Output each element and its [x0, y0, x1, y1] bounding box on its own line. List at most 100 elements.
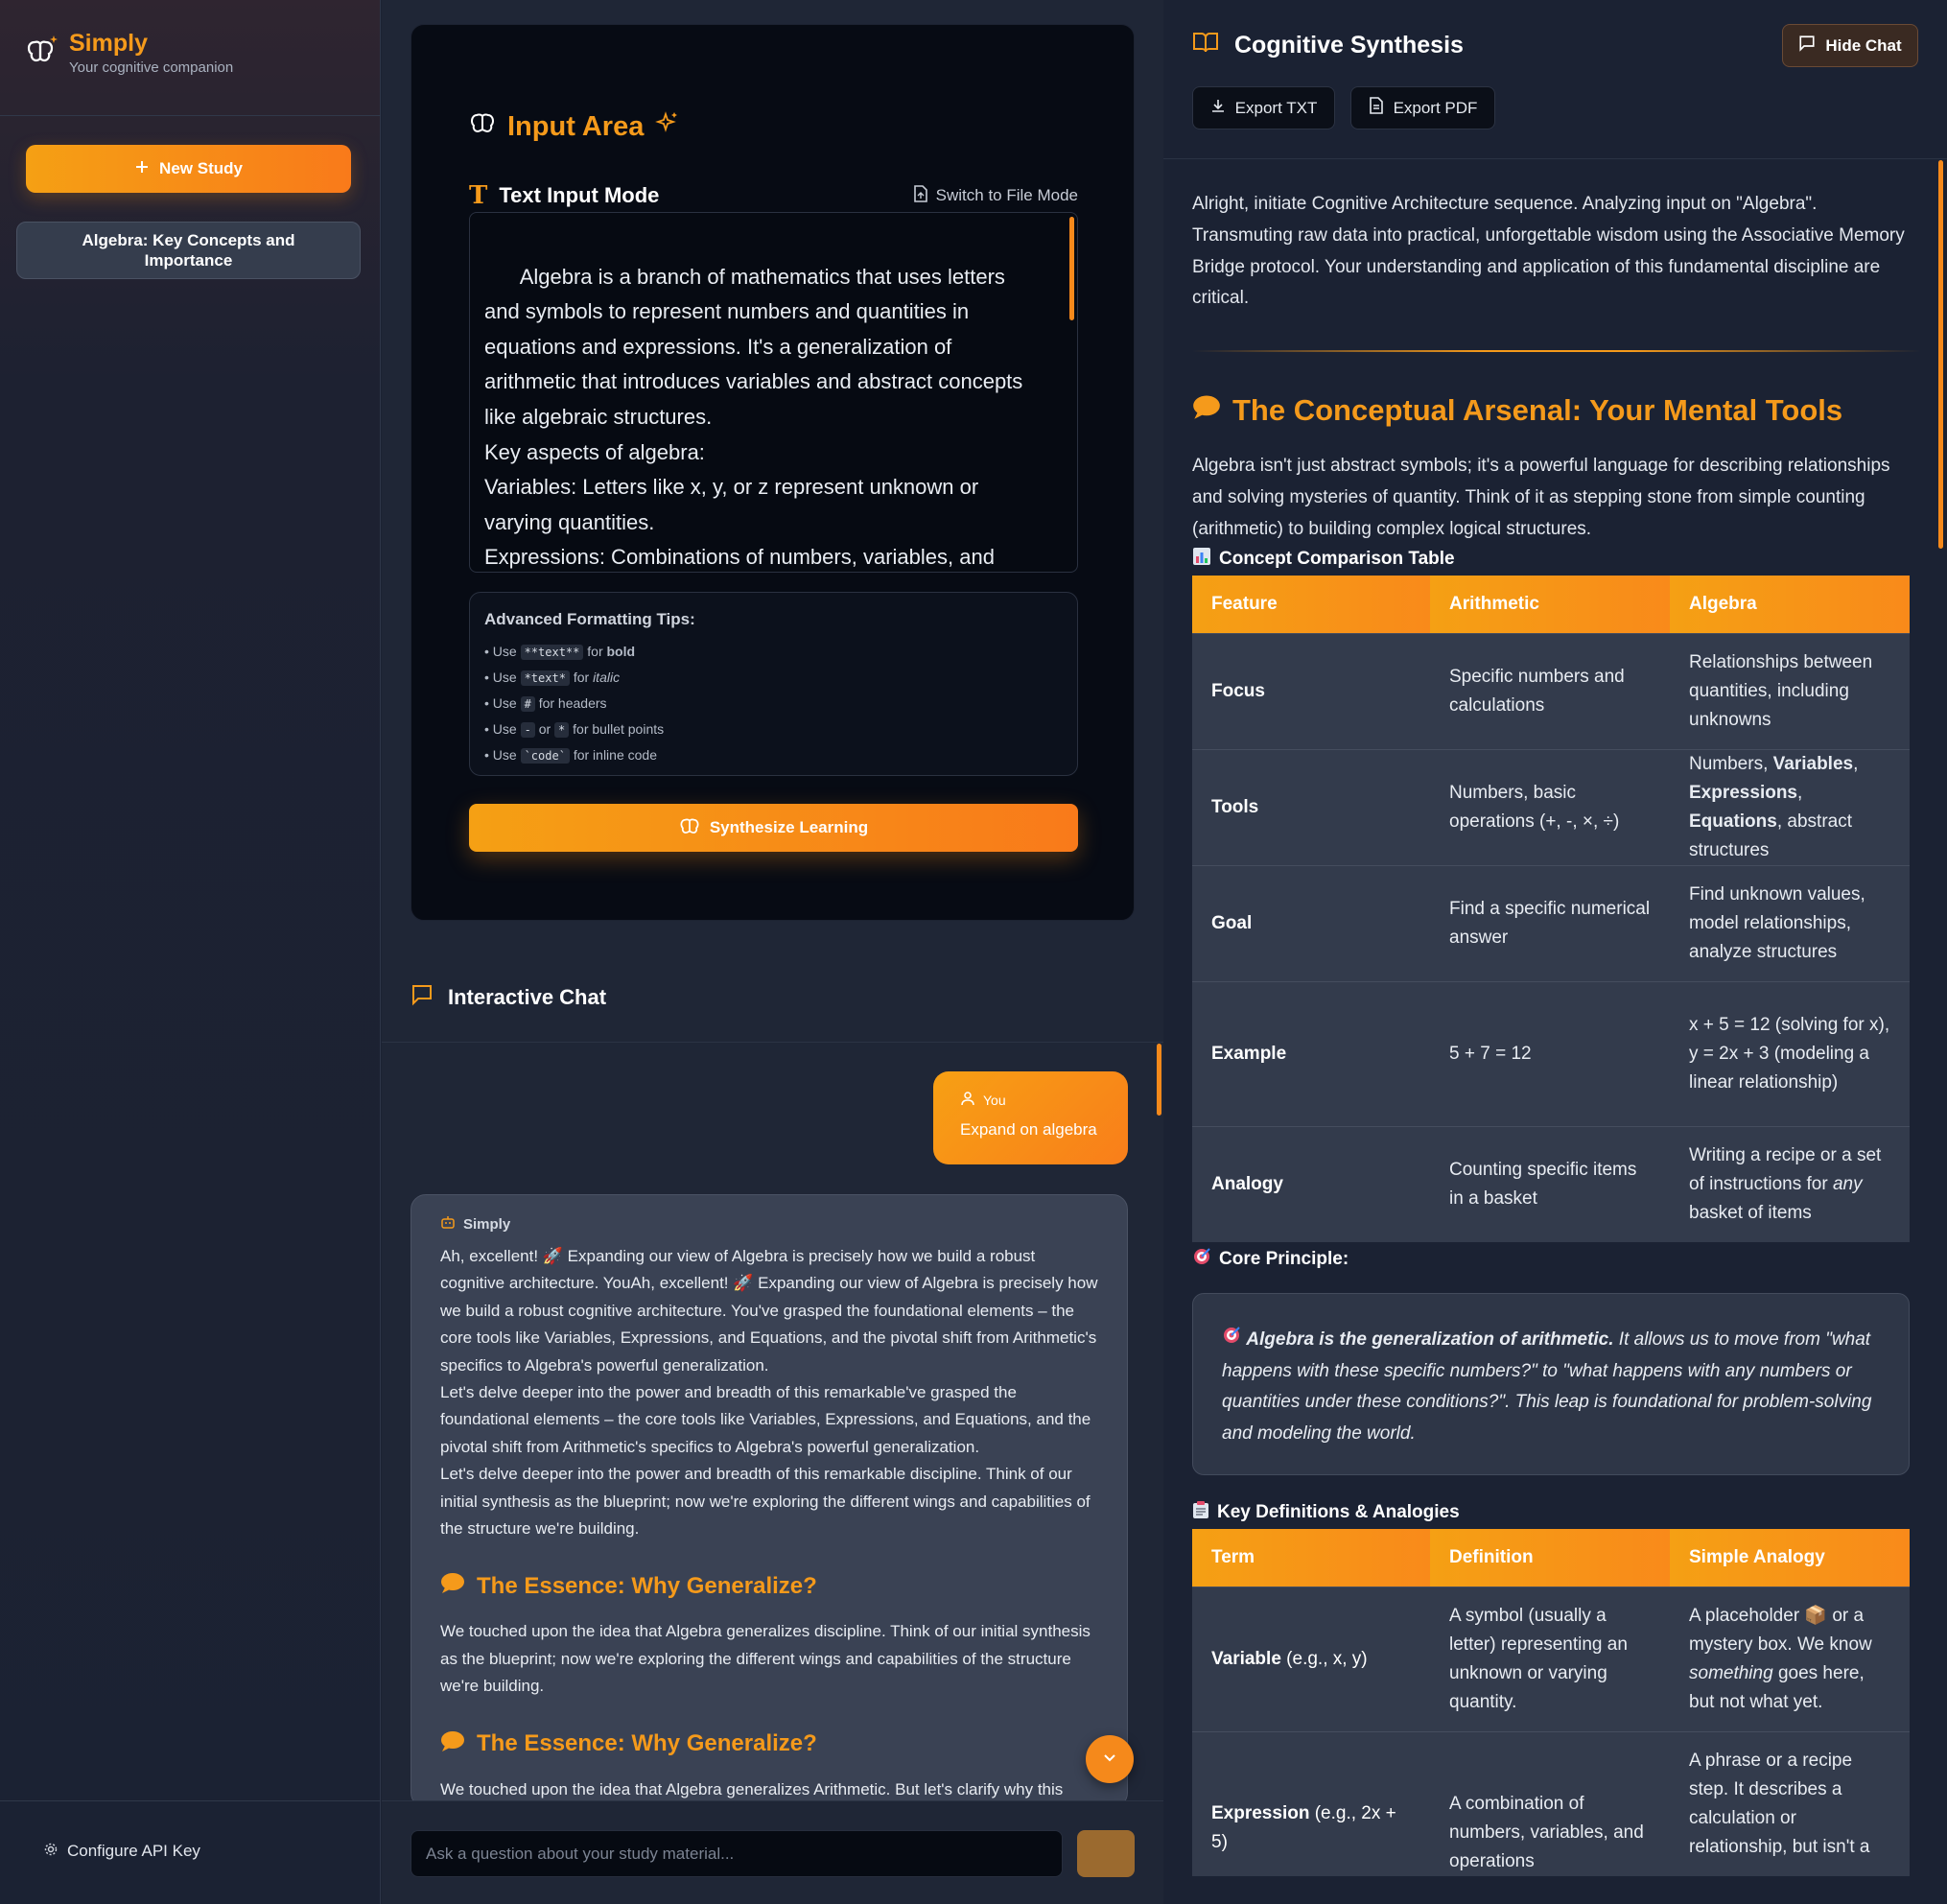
study-text-input[interactable]: Algebra is a branch of mathematics that …: [469, 212, 1078, 573]
table-cell: Expression (e.g., 2x + 5): [1192, 1730, 1430, 1876]
new-study-button[interactable]: New Study: [26, 145, 351, 193]
cell-text: A placeholder 📦 or a mystery box. We kno…: [1689, 1605, 1872, 1655]
export-txt-button[interactable]: Export TXT: [1192, 86, 1335, 129]
export-txt-label: Export TXT: [1234, 98, 1318, 117]
synthesis-intro: Alright, initiate Cognitive Architecture…: [1192, 194, 1905, 309]
new-study-label: New Study: [159, 159, 243, 177]
core-principle-bold: Algebra is the generalization of arithme…: [1246, 1329, 1614, 1350]
synthesis-panel: Cognitive Synthesis Hide Chat Export TXT…: [1163, 0, 1947, 1904]
tip-italic-text: italic: [593, 670, 621, 685]
assistant-paragraph: We touched upon the idea that Algebra ge…: [440, 1622, 1091, 1696]
core-principle-label: Core Principle:: [1192, 1247, 1349, 1272]
tip-text: • Use: [484, 644, 521, 659]
table-header-row: Feature Arithmetic Algebra: [1192, 576, 1910, 633]
configure-api-key-button[interactable]: Configure API Key: [44, 1842, 200, 1861]
section-paragraph: Algebra isn't just abstract symbols; it'…: [1192, 456, 1890, 539]
tip-text: for inline code: [569, 747, 657, 763]
cell-bold: Variables: [1772, 753, 1854, 774]
table-cell: Tools: [1192, 748, 1430, 865]
speech-bubble-icon: [1192, 393, 1221, 428]
table-cell: Focus: [1192, 632, 1430, 749]
textarea-scrollbar[interactable]: [1069, 217, 1074, 320]
tip-code: • Use `code` for inline code: [484, 742, 1063, 768]
hide-chat-button[interactable]: Hide Chat: [1782, 24, 1918, 67]
user-message-text: Expand on algebra: [960, 1120, 1097, 1139]
send-button[interactable]: [1077, 1830, 1135, 1877]
user-label-text: You: [983, 1092, 1006, 1108]
concept-table-label-text: Concept Comparison Table: [1219, 549, 1455, 569]
sidebar-divider: [0, 115, 381, 116]
tip-italic: • Use *text* for italic: [484, 665, 1063, 691]
app-logo[interactable]: Simply Your cognitive companion: [25, 29, 233, 76]
cell-text: (e.g., x, y): [1280, 1648, 1368, 1669]
assistant-heading-text: The Essence: Why Generalize?: [477, 1572, 817, 1599]
section-heading-text: The Conceptual Arsenal: Your Mental Tool…: [1232, 393, 1843, 427]
table-header-cell: Algebra: [1670, 576, 1910, 633]
user-message: You Expand on algebra: [933, 1071, 1128, 1164]
definitions-table: Term Definition Simple Analogy Variable …: [1192, 1529, 1910, 1876]
assistant-heading: The Essence: Why Generalize?: [440, 1571, 1098, 1601]
cell-text: ,: [1797, 782, 1803, 803]
speech-bubble-icon: [440, 1729, 465, 1759]
assistant-label-text: Simply: [463, 1215, 511, 1233]
tip-text: for: [583, 644, 607, 659]
input-area-card: Input Area T Text Input Mode Switch to F…: [411, 24, 1135, 921]
synthesis-title: Cognitive Synthesis: [1192, 31, 1464, 60]
export-pdf-button[interactable]: Export PDF: [1350, 86, 1495, 129]
tip-text: or: [534, 721, 555, 737]
brain-icon: [679, 815, 700, 841]
chat-scrollbar[interactable]: [1157, 1044, 1161, 1116]
chat-bubble-icon: [1798, 35, 1816, 57]
gear-icon: [44, 1842, 58, 1861]
cell-text: basket of items: [1689, 1202, 1812, 1223]
tip-text: for: [569, 670, 594, 685]
tip-text: for bullet points: [569, 721, 665, 737]
cell-italic: something: [1689, 1662, 1773, 1683]
concept-table-label: Concept Comparison Table: [1192, 547, 1455, 572]
tip-code: *text*: [520, 670, 570, 686]
text-type-icon: T: [469, 181, 488, 210]
synthesis-scrollbar[interactable]: [1938, 160, 1943, 549]
table-row: Example 5 + 7 = 12 x + 5 = 12 (solving f…: [1192, 980, 1910, 1126]
scroll-down-button[interactable]: [1086, 1735, 1134, 1783]
download-icon: [1210, 98, 1226, 118]
chat-divider: [382, 1042, 1163, 1043]
switch-file-mode-button[interactable]: Switch to File Mode: [913, 184, 1078, 207]
text-mode-row: T Text Input Mode Switch to File Mode: [469, 181, 1078, 210]
clipboard-icon: [1192, 1500, 1209, 1525]
brain-logo-icon: [25, 33, 59, 67]
text-input-mode-text: Text Input Mode: [499, 183, 660, 207]
table-cell: Example: [1192, 980, 1430, 1126]
cell-bold: Expression: [1211, 1802, 1310, 1823]
table-row: Focus Specific numbers and calculations …: [1192, 632, 1910, 749]
app-name: Simply: [69, 30, 148, 57]
chat-question-input[interactable]: Ask a question about your study material…: [411, 1830, 1063, 1877]
tip-code: #: [520, 696, 535, 712]
table-cell: A combination of numbers, variables, and…: [1430, 1730, 1670, 1876]
table-cell: Writing a recipe or a set of instruction…: [1670, 1125, 1910, 1242]
cell-italic: any: [1832, 1173, 1863, 1194]
sidebar-item-algebra[interactable]: Algebra: Key Concepts and Importance: [16, 222, 361, 279]
tip-code: -: [520, 722, 535, 738]
tip-text: • Use: [484, 747, 521, 763]
core-principle-label-text: Core Principle:: [1219, 1249, 1349, 1269]
table-cell: Numbers, basic operations (+, -, ×, ÷): [1430, 748, 1670, 865]
assistant-paragraph: Ah, excellent! 🚀 Expanding our view of A…: [440, 1247, 1098, 1375]
table-cell: Numbers, Variables, Expressions, Equatio…: [1670, 748, 1910, 865]
table-cell: A phrase or a recipe step. It describes …: [1670, 1730, 1910, 1876]
interactive-chat-header: Interactive Chat: [411, 983, 606, 1012]
hide-chat-label: Hide Chat: [1825, 35, 1902, 55]
synthesize-learning-button[interactable]: Synthesize Learning: [469, 804, 1078, 852]
chat-bubble-icon: [411, 983, 434, 1012]
assistant-paragraph: We touched upon the idea that Algebra ge…: [440, 1779, 1064, 1798]
cell-text: ,: [1853, 753, 1859, 774]
target-icon: [1222, 1327, 1241, 1350]
file-icon: [913, 184, 928, 207]
table-cell: Goal: [1192, 864, 1430, 981]
section-heading: The Conceptual Arsenal: Your Mental Tool…: [1192, 393, 1842, 428]
tip-text: • Use: [484, 695, 521, 711]
interactive-chat-title: Interactive Chat: [448, 985, 607, 1009]
input-area-title-text: Input Area: [507, 110, 645, 142]
speech-bubble-icon: [440, 1571, 465, 1601]
table-header-cell: Simple Analogy: [1670, 1529, 1910, 1587]
